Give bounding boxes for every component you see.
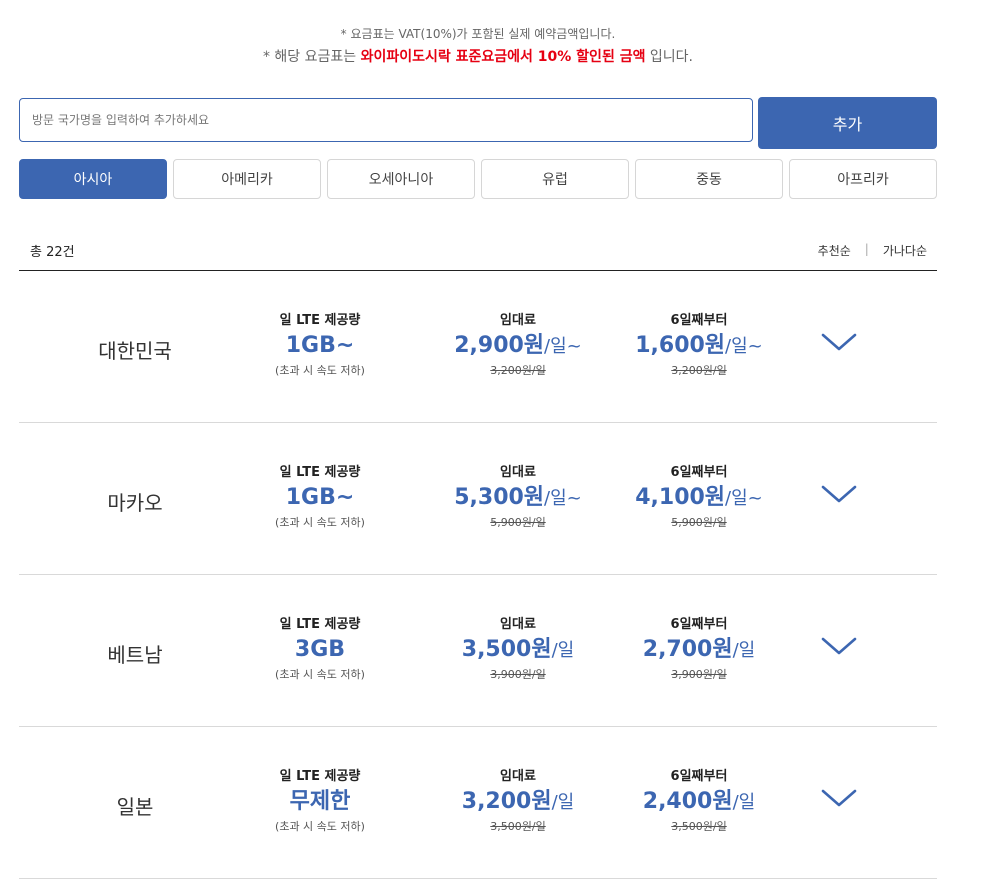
after-day6-price: 4,100원/일~ (599, 483, 799, 513)
rent-label: 임대료 (500, 617, 536, 632)
rent-price-amount: 3,500원 (461, 637, 552, 662)
data-allowance-col: 일 LTE 제공량 1GB~ (초과 시 속도 저하) (220, 464, 420, 531)
notice-discount-highlight: 와이파이도시락 표준요금에서 10% 할인된 금액 (360, 49, 646, 65)
after-day6-price-amount: 4,100원 (635, 485, 726, 510)
after-day6-original-price: 5,900원/일 (671, 516, 727, 529)
country-name: 마카오 (107, 491, 163, 515)
country-name: 일본 (116, 795, 154, 819)
after-day6-price-unit: /일~ (725, 336, 763, 357)
rate-row: 베트남 일 LTE 제공량 3GB (초과 시 속도 저하) 임대료 3,500… (19, 575, 937, 727)
sort-alphabetical[interactable]: 가나다순 (883, 242, 927, 259)
rent-original-price: 3,900원/일 (490, 668, 546, 681)
after-day6-price: 1,600원/일~ (599, 331, 799, 361)
data-allowance-value: 1GB~ (285, 485, 355, 510)
after-day6-label: 6일째부터 (670, 465, 728, 480)
tab-asia[interactable]: 아시아 (19, 159, 167, 199)
rent-price-amount: 3,200원 (461, 789, 552, 814)
after-day6-label: 6일째부터 (670, 769, 728, 784)
rent-price: 3,500원/일 (418, 635, 618, 665)
tab-oceania[interactable]: 오세아니아 (327, 159, 475, 199)
after-day6-original-price: 3,200원/일 (671, 364, 727, 377)
rent-price-unit: /일~ (544, 336, 582, 357)
after-day6-price: 2,700원/일 (599, 635, 799, 665)
sort-recommended[interactable]: 추천순 (818, 242, 851, 259)
rent-price: 3,200원/일 (418, 787, 618, 817)
after-day6-price-unit: /일~ (725, 488, 763, 509)
after-day6-price-amount: 2,700원 (642, 637, 733, 662)
data-allowance-col: 일 LTE 제공량 무제한 (초과 시 속도 저하) (220, 768, 420, 835)
rent-price: 5,300원/일~ (418, 483, 618, 513)
after-day6-label: 6일째부터 (670, 313, 728, 328)
rent-col: 임대료 2,900원/일~ 3,200원/일 (418, 312, 618, 379)
data-allowance-label: 일 LTE 제공량 (279, 769, 361, 784)
rate-list: 대한민국 일 LTE 제공량 1GB~ (초과 시 속도 저하) 임대료 2,9… (19, 271, 937, 879)
data-allowance-note: (초과 시 속도 저하) (275, 516, 365, 529)
tab-middle-east[interactable]: 중동 (635, 159, 783, 199)
rent-price-unit: /일 (551, 792, 575, 813)
rent-col: 임대료 5,300원/일~ 5,900원/일 (418, 464, 618, 531)
rent-original-price: 3,200원/일 (490, 364, 546, 377)
data-allowance-note: (초과 시 속도 저하) (275, 668, 365, 681)
rent-price-unit: /일 (551, 640, 575, 661)
chevron-down-icon[interactable] (820, 483, 858, 505)
notice-discount-prefix: * 해당 요금표는 (262, 49, 361, 65)
data-allowance-value: 1GB~ (285, 333, 355, 358)
sort-separator: | (864, 242, 869, 256)
data-allowance-note: (초과 시 속도 저하) (275, 364, 365, 377)
after-day6-price-amount: 2,400원 (642, 789, 733, 814)
tab-africa[interactable]: 아프리카 (789, 159, 937, 199)
add-country-button[interactable]: 추가 (758, 97, 937, 149)
data-allowance-col: 일 LTE 제공량 1GB~ (초과 시 속도 저하) (220, 312, 420, 379)
after-day6-price-unit: /일 (732, 640, 756, 661)
after-day6-col: 6일째부터 2,700원/일 3,900원/일 (599, 616, 799, 683)
rent-price-amount: 5,300원 (454, 485, 545, 510)
after-day6-label: 6일째부터 (670, 617, 728, 632)
rent-label: 임대료 (500, 313, 536, 328)
after-day6-original-price: 3,900원/일 (671, 668, 727, 681)
after-day6-price-unit: /일 (732, 792, 756, 813)
notice-vat: * 요금표는 VAT(10%)가 포함된 실제 예약금액입니다. (340, 27, 616, 41)
chevron-down-icon[interactable] (820, 331, 858, 353)
rate-row: 대한민국 일 LTE 제공량 1GB~ (초과 시 속도 저하) 임대료 2,9… (19, 271, 937, 423)
chevron-down-icon[interactable] (820, 787, 858, 809)
after-day6-col: 6일째부터 4,100원/일~ 5,900원/일 (599, 464, 799, 531)
rent-price: 2,900원/일~ (418, 331, 618, 361)
notice-discount-suffix: 입니다. (645, 49, 694, 65)
after-day6-price: 2,400원/일 (599, 787, 799, 817)
rent-original-price: 5,900원/일 (490, 516, 546, 529)
notice-discount: * 해당 요금표는 와이파이도시락 표준요금에서 10% 할인된 금액 입니다. (0, 46, 956, 66)
sort-options: 추천순 | 가나다순 (818, 242, 927, 259)
after-day6-price-amount: 1,600원 (635, 333, 726, 358)
rent-label: 임대료 (500, 769, 536, 784)
data-allowance-col: 일 LTE 제공량 3GB (초과 시 속도 저하) (220, 616, 420, 683)
rate-row: 마카오 일 LTE 제공량 1GB~ (초과 시 속도 저하) 임대료 5,30… (19, 423, 937, 575)
after-day6-col: 6일째부터 1,600원/일~ 3,200원/일 (599, 312, 799, 379)
data-allowance-label: 일 LTE 제공량 (279, 465, 361, 480)
data-allowance-label: 일 LTE 제공량 (279, 313, 361, 328)
after-day6-original-price: 3,500원/일 (671, 820, 727, 833)
rent-col: 임대료 3,200원/일 3,500원/일 (418, 768, 618, 835)
country-search-input[interactable] (19, 98, 753, 142)
rent-label: 임대료 (500, 465, 536, 480)
data-allowance-note: (초과 시 속도 저하) (275, 820, 365, 833)
tab-europe[interactable]: 유럽 (481, 159, 629, 199)
data-allowance-label: 일 LTE 제공량 (279, 617, 361, 632)
country-name: 베트남 (107, 643, 163, 667)
rate-row: 일본 일 LTE 제공량 무제한 (초과 시 속도 저하) 임대료 3,200원… (19, 727, 937, 879)
list-header: 총 22건 추천순 | 가나다순 (19, 231, 937, 271)
rent-col: 임대료 3,500원/일 3,900원/일 (418, 616, 618, 683)
after-day6-col: 6일째부터 2,400원/일 3,500원/일 (599, 768, 799, 835)
chevron-down-icon[interactable] (820, 635, 858, 657)
total-count: 총 22건 (30, 245, 75, 260)
country-name: 대한민국 (98, 339, 172, 363)
region-tabs: 아시아 아메리카 오세아니아 유럽 중동 아프리카 (19, 159, 937, 199)
data-allowance-value: 3GB (294, 637, 346, 662)
rent-price-unit: /일~ (544, 488, 582, 509)
data-allowance-value: 무제한 (289, 789, 351, 814)
rent-original-price: 3,500원/일 (490, 820, 546, 833)
rent-price-amount: 2,900원 (454, 333, 545, 358)
tab-americas[interactable]: 아메리카 (173, 159, 321, 199)
